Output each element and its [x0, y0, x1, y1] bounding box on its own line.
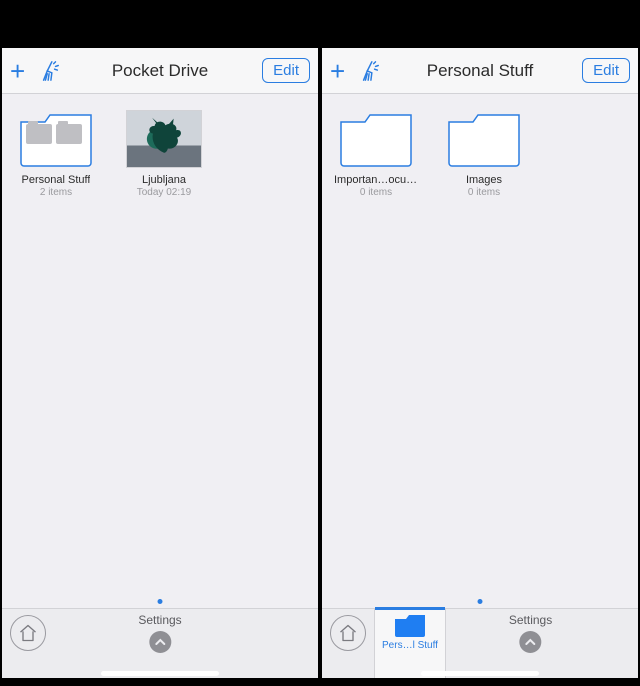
item-title: Personal Stuff	[22, 174, 91, 186]
active-tab-label: Pers…l Stuff	[382, 640, 438, 651]
item-title: Ljubljana	[142, 174, 186, 186]
content-area[interactable]: Importan…ocuments 0 items Images 0 items	[322, 94, 638, 608]
navbar: + Pocket Drive Edit	[2, 48, 318, 94]
home-indicator	[101, 671, 219, 676]
item-title: Images	[466, 174, 502, 186]
folder-preview-icon	[26, 124, 86, 160]
folder-icon	[338, 110, 414, 168]
grid-item[interactable]: Importan…ocuments 0 items	[334, 110, 418, 198]
home-button[interactable]	[330, 615, 366, 651]
chevron-up-icon	[520, 631, 542, 653]
clean-icon[interactable]	[39, 60, 61, 82]
home-button[interactable]	[10, 615, 46, 651]
edit-button[interactable]: Edit	[262, 58, 310, 83]
grid-item[interactable]: Ljubljana Today 02:19	[122, 110, 206, 198]
settings-label: Settings	[509, 613, 552, 627]
image-thumbnail	[126, 110, 202, 168]
page-indicator-dot	[478, 599, 483, 604]
add-button[interactable]: +	[10, 58, 25, 84]
screen: + Pocket Drive Edit	[2, 48, 318, 678]
folder-icon	[393, 611, 427, 639]
item-subtitle: Today 02:19	[137, 187, 192, 198]
grid-item[interactable]: Images 0 items	[442, 110, 526, 198]
item-subtitle: 0 items	[360, 187, 392, 198]
item-subtitle: 0 items	[468, 187, 500, 198]
folder-icon	[446, 110, 522, 168]
clean-icon[interactable]	[359, 60, 381, 82]
page-indicator-dot	[158, 599, 163, 604]
bottom-bar: Settings	[2, 608, 318, 678]
navbar: + Personal Stuff Edit	[322, 48, 638, 94]
phone-right: + Personal Stuff Edit Importan…o	[322, 0, 638, 686]
bottom-bar: Pers…l Stuff Settings	[322, 608, 638, 678]
home-indicator	[421, 671, 539, 676]
folder-icon	[18, 110, 94, 168]
settings-tab[interactable]: Settings	[138, 613, 181, 653]
settings-label: Settings	[138, 613, 181, 627]
screen: + Personal Stuff Edit Importan…o	[322, 48, 638, 678]
edit-button[interactable]: Edit	[582, 58, 630, 83]
chevron-up-icon	[149, 631, 171, 653]
add-button[interactable]: +	[330, 58, 345, 84]
active-folder-tab[interactable]: Pers…l Stuff	[374, 609, 446, 678]
grid-item[interactable]: Personal Stuff 2 items	[14, 110, 98, 198]
item-subtitle: 2 items	[40, 187, 72, 198]
phone-left: + Pocket Drive Edit	[2, 0, 318, 686]
content-area[interactable]: Personal Stuff 2 items Ljubljana Today 0…	[2, 94, 318, 608]
item-title: Importan…ocuments	[334, 174, 418, 186]
settings-tab[interactable]: Settings	[509, 613, 552, 653]
